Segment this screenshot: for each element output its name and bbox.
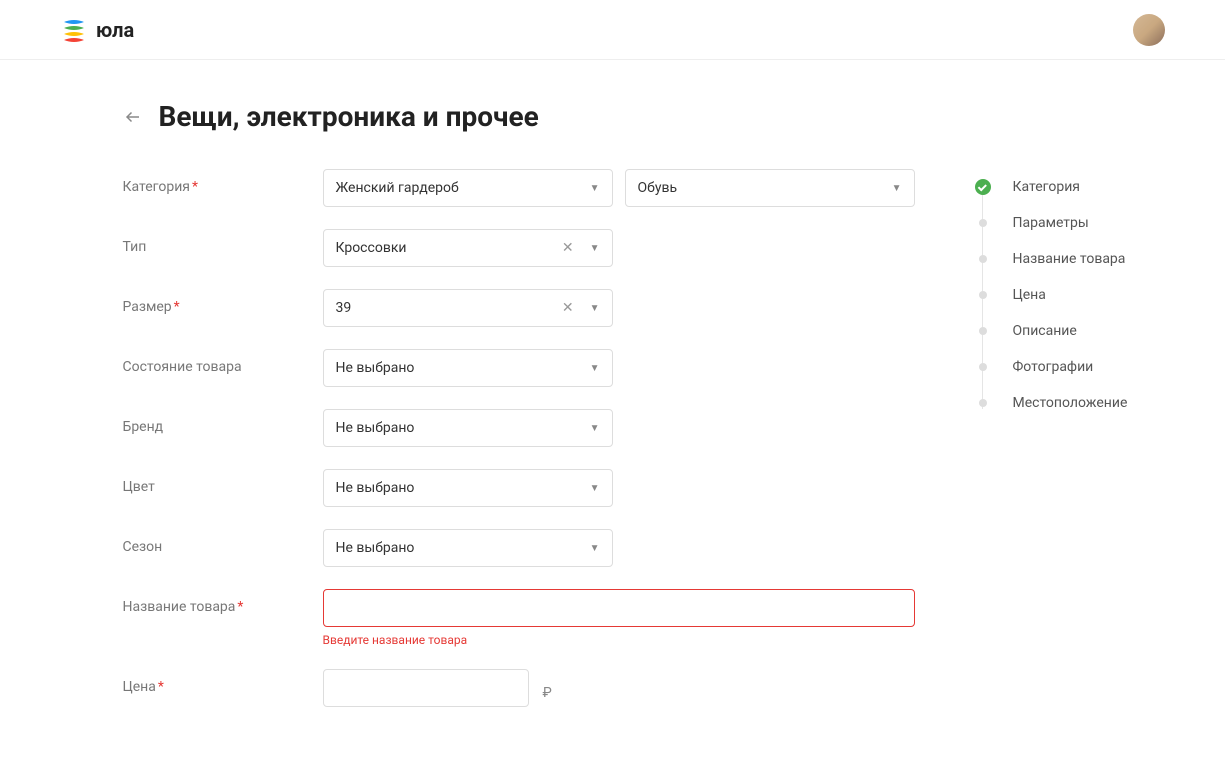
dot-icon [979, 327, 987, 335]
row-type: Тип Кроссовки ✕ ▼ [123, 229, 915, 267]
check-icon [975, 179, 991, 195]
dot-icon [979, 255, 987, 263]
row-color: Цвет Не выбрано ▼ [123, 469, 915, 507]
clear-icon[interactable]: ✕ [558, 300, 578, 316]
step-label: Параметры [1013, 215, 1089, 231]
label-size: Размер* [123, 289, 323, 315]
step-label: Название товара [1013, 251, 1126, 267]
select-category-main[interactable]: Женский гардероб ▼ [323, 169, 613, 207]
label-title: Название товара* [123, 589, 323, 615]
select-value: Кроссовки [336, 240, 407, 256]
label-color: Цвет [123, 469, 323, 495]
avatar[interactable] [1133, 14, 1165, 46]
input-title[interactable] [323, 589, 915, 627]
clear-icon[interactable]: ✕ [558, 240, 578, 256]
step-label: Фотографии [1013, 359, 1094, 375]
dot-icon [979, 399, 987, 407]
step-item[interactable]: Описание [975, 313, 1128, 349]
form: Категория* Женский гардероб ▼ Обувь ▼ Ти [123, 169, 915, 729]
currency-symbol: ₽ [543, 675, 552, 701]
label-type: Тип [123, 229, 323, 255]
row-title: Название товара* Введите название товара [123, 589, 915, 647]
select-season[interactable]: Не выбрано ▼ [323, 529, 613, 567]
step-item[interactable]: Местоположение [975, 385, 1128, 421]
dot-icon [979, 363, 987, 371]
select-value: Обувь [638, 180, 678, 196]
chevron-down-icon: ▼ [590, 543, 600, 554]
logo[interactable]: юла [60, 16, 134, 44]
row-condition: Состояние товара Не выбрано ▼ [123, 349, 915, 387]
step-label: Местоположение [1013, 395, 1128, 411]
select-size[interactable]: 39 ✕ ▼ [323, 289, 613, 327]
select-value: Не выбрано [336, 360, 415, 376]
row-brand: Бренд Не выбрано ▼ [123, 409, 915, 447]
chevron-down-icon: ▼ [590, 303, 600, 314]
page-title: Вещи, электроника и прочее [159, 100, 539, 133]
select-value: 39 [336, 300, 352, 316]
chevron-down-icon: ▼ [590, 423, 600, 434]
label-category: Категория* [123, 169, 323, 195]
chevron-down-icon: ▼ [892, 183, 902, 194]
row-size: Размер* 39 ✕ ▼ [123, 289, 915, 327]
select-value: Не выбрано [336, 480, 415, 496]
row-category: Категория* Женский гардероб ▼ Обувь ▼ [123, 169, 915, 207]
chevron-down-icon: ▼ [590, 243, 600, 254]
step-label: Описание [1013, 323, 1077, 339]
steps-nav: Категория Параметры Название товара Цена Опи… [975, 169, 1128, 729]
dot-icon [979, 291, 987, 299]
select-color[interactable]: Не выбрано ▼ [323, 469, 613, 507]
select-value: Не выбрано [336, 420, 415, 436]
chevron-down-icon: ▼ [590, 483, 600, 494]
site-header: юла [0, 0, 1225, 60]
back-arrow-icon[interactable] [123, 107, 143, 127]
chevron-down-icon: ▼ [590, 183, 600, 194]
logo-icon [60, 16, 88, 44]
step-item[interactable]: Категория [975, 169, 1128, 205]
input-price[interactable] [323, 669, 529, 707]
select-category-sub[interactable]: Обувь ▼ [625, 169, 915, 207]
row-price: Цена* ₽ [123, 669, 915, 707]
select-condition[interactable]: Не выбрано ▼ [323, 349, 613, 387]
label-brand: Бренд [123, 409, 323, 435]
title-row: Вещи, электроника и прочее [123, 100, 1103, 133]
step-item[interactable]: Параметры [975, 205, 1128, 241]
chevron-down-icon: ▼ [590, 363, 600, 374]
label-price: Цена* [123, 669, 323, 695]
step-item[interactable]: Название товара [975, 241, 1128, 277]
step-label: Цена [1013, 287, 1046, 303]
step-label: Категория [1013, 179, 1080, 195]
select-value: Не выбрано [336, 540, 415, 556]
label-condition: Состояние товара [123, 349, 323, 375]
label-season: Сезон [123, 529, 323, 555]
select-brand[interactable]: Не выбрано ▼ [323, 409, 613, 447]
step-item[interactable]: Фотографии [975, 349, 1128, 385]
select-type[interactable]: Кроссовки ✕ ▼ [323, 229, 613, 267]
error-title: Введите название товара [323, 633, 915, 647]
step-item[interactable]: Цена [975, 277, 1128, 313]
logo-text: юла [96, 18, 134, 42]
row-season: Сезон Не выбрано ▼ [123, 529, 915, 567]
dot-icon [979, 219, 987, 227]
select-value: Женский гардероб [336, 180, 459, 196]
